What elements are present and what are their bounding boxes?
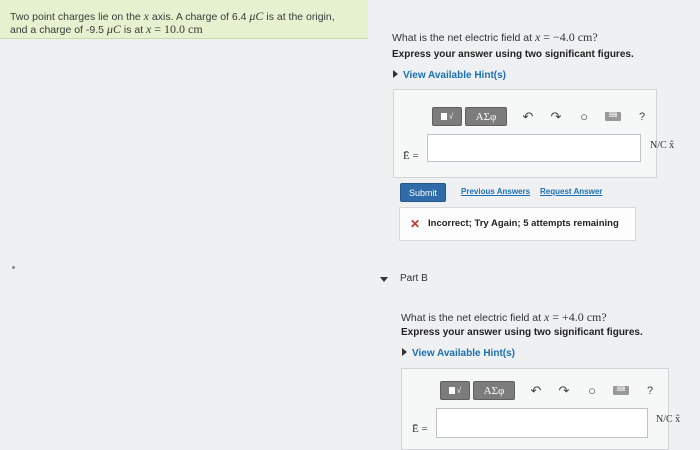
templates-icon[interactable]: √ bbox=[440, 381, 470, 400]
part-b-question: What is the net electric field at x = +4… bbox=[401, 310, 607, 324]
part-a-hints-link[interactable]: View Available Hint(s) bbox=[393, 70, 506, 81]
greek-icon[interactable]: ΑΣφ bbox=[465, 107, 507, 126]
part-b-answer-input[interactable] bbox=[436, 408, 648, 438]
reset-icon[interactable]: ○ bbox=[577, 109, 591, 124]
decorative-dot bbox=[12, 266, 15, 269]
part-a-answer-input[interactable] bbox=[427, 134, 641, 162]
problem-statement: Two point charges lie on the x axis. A c… bbox=[10, 9, 335, 36]
reset-icon[interactable]: ○ bbox=[585, 383, 599, 398]
part-a-instruction: Express your answer using two significan… bbox=[392, 49, 634, 60]
part-b-toolbar: √ ΑΣφ ↶ ↷ ○ ⌨ ? bbox=[440, 381, 657, 400]
part-b-field-label: Ē = bbox=[412, 423, 428, 435]
hint-caret-icon bbox=[402, 348, 407, 356]
problem-panel: Two point charges lie on the x axis. A c… bbox=[0, 0, 368, 39]
redo-icon[interactable]: ↷ bbox=[557, 383, 571, 399]
part-b-unit: N/C x̂ bbox=[656, 414, 681, 425]
incorrect-icon: ✕ bbox=[410, 217, 421, 231]
help-icon[interactable]: ? bbox=[635, 111, 649, 123]
caret-down-icon[interactable] bbox=[380, 277, 388, 282]
feedback-message: Incorrect; Try Again; 5 attempts remaini… bbox=[428, 218, 619, 229]
greek-icon[interactable]: ΑΣφ bbox=[473, 381, 515, 400]
part-b-instruction: Express your answer using two significan… bbox=[401, 327, 643, 338]
hint-caret-icon bbox=[393, 70, 398, 78]
feedback-box: ✕ Incorrect; Try Again; 5 attempts remai… bbox=[399, 207, 636, 241]
part-a-toolbar: √ ΑΣφ ↶ ↷ ○ ⌨ ? bbox=[432, 107, 649, 126]
help-icon[interactable]: ? bbox=[643, 385, 657, 397]
part-b-hints-link[interactable]: View Available Hint(s) bbox=[402, 348, 515, 359]
redo-icon[interactable]: ↷ bbox=[549, 109, 563, 125]
undo-icon[interactable]: ↶ bbox=[529, 383, 543, 399]
part-b-title[interactable]: Part B bbox=[400, 273, 428, 284]
part-a-field-label: Ē = bbox=[403, 150, 419, 162]
undo-icon[interactable]: ↶ bbox=[521, 109, 535, 125]
submit-button[interactable]: Submit bbox=[400, 183, 446, 202]
keyboard-icon[interactable]: ⌨ bbox=[613, 386, 629, 395]
part-a-question: What is the net electric field at x = −4… bbox=[392, 30, 598, 44]
templates-icon[interactable]: √ bbox=[432, 107, 462, 126]
previous-answers-link[interactable]: Previous Answers bbox=[461, 187, 530, 196]
part-a-unit: N/C x̂ bbox=[650, 140, 675, 151]
keyboard-icon[interactable]: ⌨ bbox=[605, 112, 621, 121]
request-answer-link[interactable]: Request Answer bbox=[540, 187, 602, 196]
